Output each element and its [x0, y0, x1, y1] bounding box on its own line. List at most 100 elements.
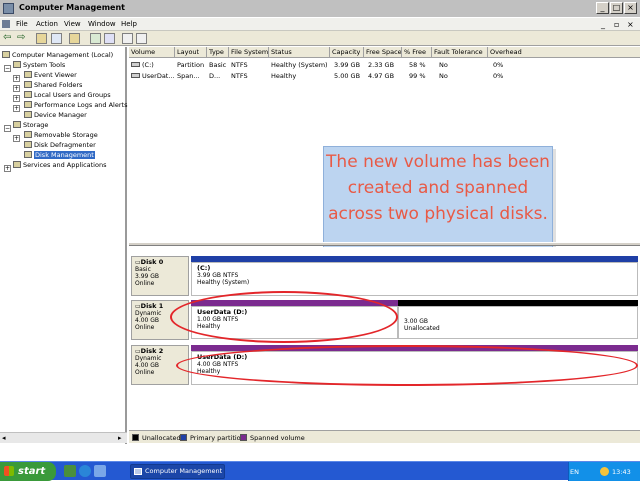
volume-icon	[131, 73, 140, 78]
expand-services-icon[interactable]: +	[4, 165, 11, 172]
legend-unallocated: Unallocated	[132, 434, 181, 442]
tree-item-computer-management[interactable]: Computer Management (Local)	[2, 50, 113, 60]
menu-window[interactable]: Window	[88, 20, 116, 28]
computer-icon	[2, 51, 10, 58]
disk-legend: Unallocated Primary partition Spanned vo…	[129, 430, 640, 443]
view-icon[interactable]	[136, 33, 147, 44]
console-tree: − + + + + − + + Computer Management (Loc…	[0, 47, 127, 444]
minimize-button[interactable]: _	[596, 2, 609, 14]
col-fault-tolerance[interactable]: Fault Tolerance	[432, 47, 488, 58]
expand-event-viewer-icon[interactable]: +	[13, 75, 20, 82]
child-restore-icon[interactable]: ▫	[614, 20, 619, 29]
computer-management-icon	[3, 3, 14, 14]
expand-removable-storage-icon[interactable]: +	[13, 135, 20, 142]
action-icon[interactable]	[122, 33, 133, 44]
up-folder-icon[interactable]	[36, 33, 47, 44]
export-list-icon[interactable]	[90, 33, 101, 44]
tree-item-performance-logs[interactable]: Performance Logs and Alerts	[24, 100, 127, 110]
performance-icon	[24, 101, 32, 108]
child-close-icon[interactable]: ×	[627, 20, 634, 29]
col-file-system[interactable]: File System	[229, 47, 269, 58]
disk-graphical-view: ▭Disk 0 Basic 3.99 GB Online (C:) 3.99 G…	[129, 247, 640, 427]
properties-icon[interactable]	[69, 33, 80, 44]
pane-splitter[interactable]	[129, 242, 640, 246]
maximize-button[interactable]: □	[610, 2, 623, 14]
storage-icon	[13, 121, 21, 128]
tree-item-device-manager[interactable]: Device Manager	[24, 110, 87, 120]
expand-local-users-icon[interactable]: +	[13, 95, 20, 102]
col-percent-free[interactable]: % Free	[402, 47, 432, 58]
users-icon	[24, 91, 32, 98]
tree-horizontal-scrollbar[interactable]: ◂ ▸	[0, 432, 127, 443]
services-icon	[13, 161, 21, 168]
col-capacity[interactable]: Capacity	[330, 47, 364, 58]
internet-explorer-icon[interactable]	[79, 465, 91, 477]
volume-list-header: Volume Layout Type File System Status Ca…	[129, 47, 640, 58]
volume-icon	[131, 62, 140, 67]
windows-logo-icon	[4, 466, 14, 476]
close-button[interactable]: ×	[624, 2, 637, 14]
tree-item-storage[interactable]: Storage	[13, 120, 48, 130]
tree-item-local-users[interactable]: Local Users and Groups	[24, 90, 111, 100]
child-minimize-icon[interactable]: _	[601, 20, 605, 29]
defragmenter-icon	[24, 141, 32, 148]
tree-item-event-viewer[interactable]: Event Viewer	[24, 70, 77, 80]
shared-folder-icon	[24, 81, 32, 88]
legend-swatch	[180, 434, 187, 441]
partition-unallocated-disk1[interactable]: 3.00 GB Unallocated	[398, 306, 638, 339]
help-icon[interactable]	[104, 33, 115, 44]
table-row[interactable]: (C:) Partition Basic NTFS Healthy (Syste…	[129, 60, 640, 70]
col-layout[interactable]: Layout	[175, 47, 207, 58]
show-tree-icon[interactable]	[51, 33, 62, 44]
tree-item-disk-management[interactable]: Disk Management	[24, 150, 95, 160]
device-manager-icon	[24, 111, 32, 118]
menu-help[interactable]: Help	[121, 20, 137, 28]
menu-bar: File Action View Window Help _ ▫ ×	[0, 18, 640, 31]
computer-management-icon	[134, 468, 142, 475]
tree-item-services-applications[interactable]: Services and Applications	[13, 160, 106, 170]
col-status[interactable]: Status	[269, 47, 330, 58]
menu-file[interactable]: File	[16, 20, 28, 28]
forward-arrow-icon[interactable]: ⇨	[17, 32, 25, 43]
start-button[interactable]: start	[0, 462, 56, 481]
legend-primary-partition: Primary partition	[180, 434, 245, 442]
removable-storage-icon	[24, 131, 32, 138]
system-menu-icon[interactable]	[2, 20, 10, 28]
media-player-icon[interactable]	[94, 465, 106, 477]
col-type[interactable]: Type	[207, 47, 229, 58]
col-free-space[interactable]: Free Space	[364, 47, 402, 58]
tools-icon	[13, 61, 21, 68]
notification-icon[interactable]	[600, 467, 609, 476]
legend-swatch	[240, 434, 247, 441]
tree-item-shared-folders[interactable]: Shared Folders	[24, 80, 82, 90]
clock: 13:43	[612, 468, 631, 476]
disk-management-icon	[24, 151, 32, 158]
taskbar: start Computer Management EN 13:43	[0, 461, 640, 481]
toolbar: ⇦ ⇨	[0, 31, 640, 46]
language-indicator[interactable]: EN	[570, 468, 579, 476]
window-title: Computer Management	[19, 3, 125, 12]
expand-system-tools-icon[interactable]: −	[4, 65, 11, 72]
expand-storage-icon[interactable]: −	[4, 125, 11, 132]
callout-text: The new volume has been created and span…	[326, 152, 550, 224]
expand-shared-folders-icon[interactable]: +	[13, 85, 20, 92]
tree-item-system-tools[interactable]: System Tools	[13, 60, 65, 70]
event-viewer-icon	[24, 71, 32, 78]
menu-view[interactable]: View	[64, 20, 81, 28]
table-row[interactable]: UserDat... Span... D... NTFS Healthy 5.0…	[129, 71, 640, 81]
taskbar-item-computer-management[interactable]: Computer Management	[130, 464, 225, 479]
title-bar: Computer Management _ □ ×	[0, 0, 640, 18]
tree-item-disk-defragmenter[interactable]: Disk Defragmenter	[24, 140, 96, 150]
tree-item-removable-storage[interactable]: Removable Storage	[24, 130, 98, 140]
menu-action[interactable]: Action	[36, 20, 58, 28]
highlight-ellipse-disk1	[170, 291, 398, 343]
highlight-ellipse-disk2	[176, 345, 638, 386]
disk-0-info[interactable]: ▭Disk 0 Basic 3.99 GB Online	[131, 256, 189, 296]
back-arrow-icon[interactable]: ⇦	[3, 32, 11, 43]
scroll-left-icon[interactable]: ◂	[2, 434, 6, 442]
scroll-right-icon[interactable]: ▸	[118, 434, 122, 442]
col-volume[interactable]: Volume	[129, 47, 175, 58]
expand-performance-logs-icon[interactable]: +	[13, 105, 20, 112]
col-overhead[interactable]: Overhead	[488, 47, 640, 58]
show-desktop-icon[interactable]	[64, 465, 76, 477]
